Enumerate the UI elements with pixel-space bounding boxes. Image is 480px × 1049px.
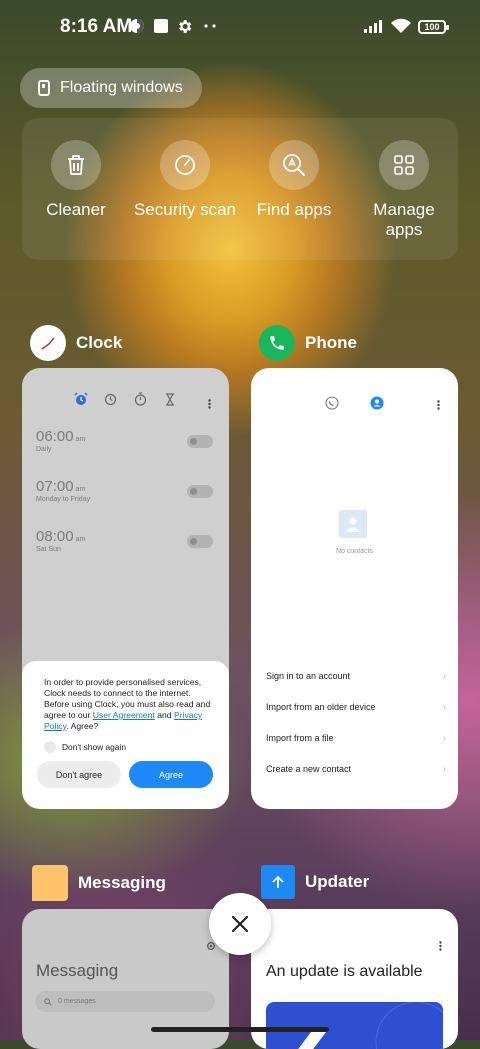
alarm-item[interactable]: 07:00 am Monday to Friday [36, 478, 90, 503]
messaging-app-title: Messaging [78, 873, 166, 892]
messaging-app-header[interactable]: Messaging [32, 865, 166, 901]
clock-app-header[interactable]: Clock [30, 325, 122, 361]
clock-app-icon [30, 325, 66, 361]
dont-show-again-label: Don't show again [62, 742, 126, 752]
empty-contact-icon [339, 510, 367, 538]
search-placeholder: 0 messages [58, 998, 96, 1005]
battery-icon: 100 [418, 20, 449, 34]
phone-app-header[interactable]: Phone [259, 325, 357, 361]
phone-more-icon[interactable] [437, 397, 440, 415]
phone-option-row[interactable]: Import from an older device › [266, 702, 446, 713]
alarm-days: Daily [36, 446, 52, 453]
square-notification-icon [152, 17, 170, 35]
chevron-right-icon: › [442, 764, 446, 775]
chevron-right-icon: › [442, 671, 446, 682]
recents-tab-icon[interactable] [325, 396, 339, 415]
option-label: Sign in to an account [266, 671, 351, 681]
consent-dialog: In order to provide personalised service… [22, 661, 229, 809]
world-clock-tab-icon[interactable] [104, 393, 117, 411]
grid-icon [379, 140, 429, 190]
consent-question: . Agree? [66, 721, 99, 731]
alarm-ampm: am [75, 436, 86, 443]
gear-icon [175, 17, 193, 35]
close-all-button[interactable] [209, 893, 271, 955]
update-headline: An update is available [266, 963, 423, 980]
phone-app-card[interactable]: No contacts Sign in to an account › Impor… [251, 368, 458, 809]
chevron-right-icon: › [442, 702, 446, 713]
floating-windows-label: Floating windows [60, 79, 183, 96]
messaging-header: Messaging [36, 961, 119, 980]
alarm-toggle[interactable] [187, 485, 213, 498]
alarm-item[interactable]: 08:00 am Sat Sun [36, 528, 85, 553]
cleaner-button[interactable]: Cleaner [21, 140, 131, 220]
checkbox-circle[interactable] [44, 741, 56, 753]
consent-and: and [154, 710, 174, 720]
alarm-time: 06:00 [36, 428, 74, 445]
manage-apps-button[interactable]: Manage apps [349, 140, 459, 240]
data-saver-icon [128, 17, 146, 35]
dont-show-again-checkbox[interactable]: Don't show again [44, 741, 126, 753]
alarm-ampm: am [75, 536, 86, 543]
battery-level: 100 [424, 22, 440, 32]
agree-button[interactable]: Agree [129, 761, 213, 788]
clock-app-card[interactable]: 06:00 am Daily 07:00 am Monday to Friday 0… [22, 368, 229, 809]
update-banner-image [266, 1002, 443, 1049]
clock-app-title: Clock [76, 333, 123, 352]
alarm-time: 07:00 [36, 478, 74, 495]
signal-icon [363, 17, 385, 35]
manage-apps-label: Manage apps [373, 200, 435, 239]
chevron-right-icon: › [442, 733, 446, 744]
dont-agree-button[interactable]: Don't agree [37, 761, 121, 788]
updater-more-icon[interactable] [439, 938, 442, 956]
security-scan-icon [160, 140, 210, 190]
messaging-app-icon [32, 865, 68, 901]
find-apps-button[interactable]: Find apps [239, 140, 349, 220]
alarm-days: Sat Sun [36, 546, 61, 553]
find-apps-icon [269, 140, 319, 190]
alarm-days: Monday to Friday [36, 496, 91, 503]
phone-option-row[interactable]: Import from a file › [266, 733, 446, 744]
messages-search-input[interactable]: 0 messages [35, 991, 215, 1012]
alarm-time: 08:00 [36, 528, 74, 545]
trash-icon [51, 140, 101, 190]
option-label: Import from an older device [266, 702, 376, 712]
floating-windows-button[interactable]: Floating windows [20, 68, 202, 108]
alarm-toggle[interactable] [187, 435, 213, 448]
find-apps-label: Find apps [256, 200, 332, 219]
no-contacts-text: No contacts [336, 548, 373, 555]
phone-app-title: Phone [305, 333, 357, 352]
floating-window-icon [38, 80, 50, 96]
phone-option-row[interactable]: Sign in to an account › [266, 671, 446, 682]
user-agreement-link[interactable]: User Agreement [93, 710, 155, 720]
alarm-item[interactable]: 06:00 am Daily [36, 428, 85, 453]
cleaner-label: Cleaner [46, 200, 106, 219]
contacts-tab-icon[interactable] [370, 396, 384, 415]
phone-option-row[interactable]: Create a new contact › [266, 764, 446, 775]
alarm-tab-icon[interactable] [74, 392, 88, 411]
timer-tab-icon[interactable] [165, 393, 175, 411]
phone-app-icon [259, 325, 295, 361]
security-scan-button[interactable]: Security scan [130, 140, 240, 220]
updater-app-icon [261, 865, 295, 899]
updater-app-header[interactable]: Updater [261, 865, 369, 899]
security-scan-label: Security scan [133, 200, 237, 219]
consent-message: In order to provide personalised service… [44, 677, 214, 732]
search-icon [44, 997, 52, 1006]
wifi-icon [390, 17, 412, 35]
status-time: 8:16 AM [60, 16, 133, 37]
close-icon [231, 915, 249, 933]
updater-app-title: Updater [305, 872, 370, 891]
alarm-ampm: am [75, 486, 86, 493]
option-label: Import from a file [266, 733, 334, 743]
clock-more-icon[interactable] [208, 396, 211, 414]
more-dots-icon [201, 17, 219, 35]
home-indicator[interactable] [151, 1027, 329, 1032]
option-label: Create a new contact [266, 764, 352, 774]
alarm-toggle[interactable] [187, 535, 213, 548]
status-bar: 8:16 AM 100 [0, 0, 480, 56]
stopwatch-tab-icon[interactable] [134, 392, 147, 411]
